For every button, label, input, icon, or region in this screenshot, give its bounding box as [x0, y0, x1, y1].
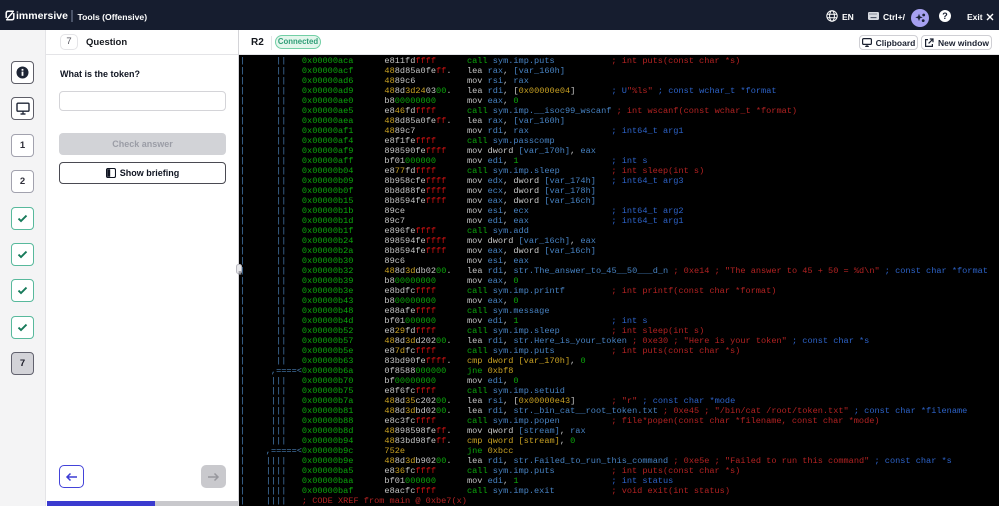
svg-text:?: ?: [942, 11, 948, 21]
